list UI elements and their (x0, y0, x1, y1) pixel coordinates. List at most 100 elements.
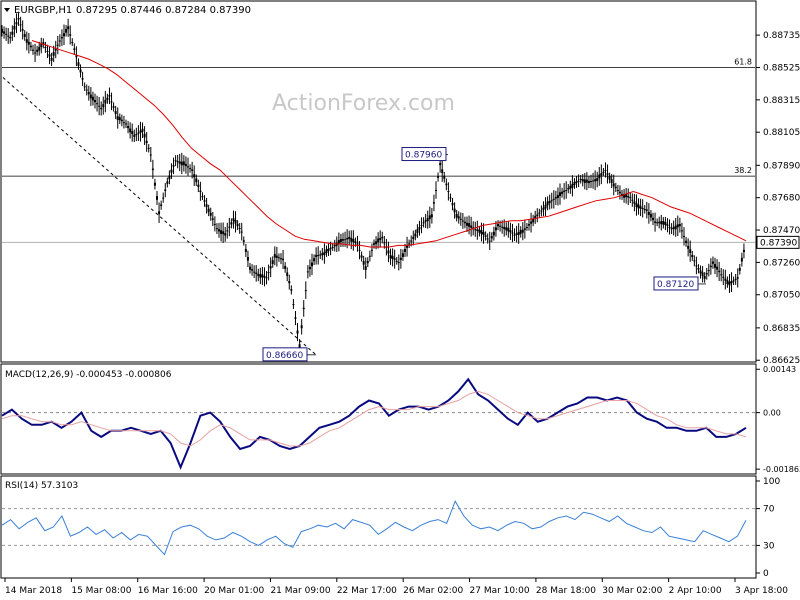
candle-body (387, 250, 390, 254)
candle-body (736, 277, 739, 279)
y-tick-label: 0 (763, 569, 769, 579)
y-tick-label: 0.87680 (763, 194, 800, 204)
y-tick-label: 0.87260 (763, 258, 800, 268)
candle-body (422, 222, 425, 224)
macd-pane-frame (0, 363, 757, 475)
candle-body (319, 254, 322, 256)
candle-body (17, 18, 20, 20)
candle-body (662, 220, 665, 225)
candle-body (261, 274, 264, 278)
x-tick-label: 14 Mar 2018 (5, 586, 62, 596)
candle-body (722, 276, 725, 278)
candle-body (11, 31, 14, 35)
candle-body (490, 236, 493, 239)
moving-average-line (31, 40, 747, 248)
x-tick-label: 28 Mar 18:00 (536, 586, 596, 596)
x-tick-label: 20 Mar 01:00 (204, 586, 264, 596)
candle-body (215, 228, 218, 230)
candle-body (521, 229, 524, 233)
candle-body (321, 253, 324, 256)
candle-body (282, 258, 285, 261)
candle-body (244, 248, 247, 252)
candle-body (125, 123, 127, 125)
candle-body (317, 254, 320, 256)
dropdown-arrow-icon[interactable] (4, 8, 10, 12)
candle-body (87, 92, 90, 95)
candle-body (201, 196, 204, 198)
rsi-line (1, 500, 747, 556)
candle-body (116, 116, 119, 120)
candle-body (211, 218, 214, 220)
candle-body (581, 179, 584, 182)
candle-body (184, 163, 187, 167)
candle-body (354, 241, 357, 243)
candle-body (486, 238, 489, 240)
x-tick-label: 22 Mar 17:00 (337, 586, 397, 596)
candle-body (193, 174, 196, 178)
candle-body (395, 260, 398, 262)
rsi-title: RSI(14) 57.3103 (5, 481, 78, 491)
candle-body (32, 49, 34, 51)
candle-body (213, 223, 216, 225)
candle-body (147, 147, 150, 149)
candle-body (552, 198, 555, 200)
candle-body (373, 243, 375, 245)
x-tick-label: 3 Apr 18:00 (735, 586, 788, 596)
candle-body (364, 266, 367, 270)
candle-body (191, 169, 194, 171)
candle-body (680, 230, 683, 232)
candle-body (19, 24, 22, 26)
candle-body (649, 213, 652, 218)
candle-body (432, 202, 435, 204)
candle-body (585, 179, 588, 183)
candle-body (141, 128, 144, 132)
candle-body (453, 208, 456, 213)
candle-body (158, 211, 161, 215)
candle-body (656, 222, 659, 224)
candle-body (542, 207, 545, 210)
candle-body (89, 94, 92, 99)
candle-body (466, 222, 468, 226)
candle-body (459, 218, 462, 220)
y-tick-label: 0.88105 (763, 128, 800, 138)
candle-body (129, 128, 132, 133)
candle-body (94, 99, 96, 103)
candle-body (271, 260, 274, 264)
candle-body (544, 204, 547, 209)
candle-body (228, 226, 231, 228)
candle-body (195, 178, 198, 183)
x-tick-label: 15 Mar 08:00 (71, 586, 131, 596)
candle-body (38, 46, 41, 51)
candle-body (182, 161, 185, 166)
y-tick-label: 0.87470 (763, 226, 800, 236)
candle-body (478, 229, 481, 233)
candle-body (102, 104, 105, 108)
candle-body (691, 254, 694, 258)
candle-body (612, 183, 615, 187)
candle-body (98, 105, 101, 107)
candle-body (162, 197, 165, 199)
candle-body (104, 99, 107, 104)
candle-body (455, 213, 458, 218)
candle-body (503, 226, 506, 230)
candle-body (565, 189, 568, 191)
candle-body (579, 178, 582, 180)
candle-body (313, 258, 316, 262)
candle-body (488, 240, 491, 242)
candle-body (635, 203, 638, 207)
candle-body (726, 280, 729, 284)
candle-body (404, 248, 406, 252)
candle-body (511, 232, 514, 234)
symbol-label: EURGBP,H1 (14, 5, 72, 16)
candle-body (112, 106, 115, 108)
candle-body (590, 181, 592, 183)
candle-body (670, 228, 673, 230)
candle-body (366, 261, 369, 264)
candle-body (205, 204, 208, 208)
candle-body (497, 224, 499, 227)
candle-body (122, 122, 125, 124)
candle-body (709, 265, 712, 268)
candle-body (430, 214, 433, 218)
candle-body (525, 226, 528, 228)
candle-body (711, 261, 714, 264)
